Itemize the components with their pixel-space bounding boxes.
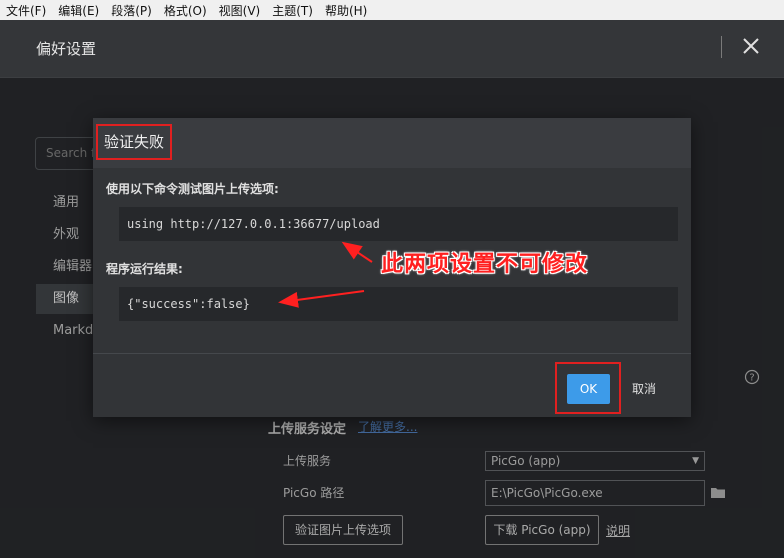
menu-file[interactable]: 文件(F) <box>6 2 46 19</box>
menu-theme[interactable]: 主题(T) <box>272 2 313 19</box>
result-label: 程序运行结果: <box>106 262 183 276</box>
dialog-title: 验证失败 <box>96 124 173 160</box>
preferences-header: 偏好设置 <box>0 20 784 78</box>
cancel-button[interactable]: 取消 <box>632 374 672 404</box>
result-output: {"success":false} <box>119 287 678 321</box>
command-output: using http://127.0.0.1:36677/upload <box>119 207 678 241</box>
menu-format[interactable]: 格式(O) <box>164 2 207 19</box>
menu-help[interactable]: 帮助(H) <box>325 2 367 19</box>
menu-view[interactable]: 视图(V) <box>219 2 261 19</box>
header-divider <box>721 36 722 58</box>
close-icon[interactable] <box>738 33 764 59</box>
ok-button[interactable]: OK <box>567 374 610 404</box>
menu-bar: 文件(F) 编辑(E) 段落(P) 格式(O) 视图(V) 主题(T) 帮助(H… <box>0 0 784 20</box>
annotation-label: 此两项设置不可修改 <box>381 252 589 277</box>
command-label: 使用以下命令测试图片上传选项: <box>106 182 279 196</box>
page-title: 偏好设置 <box>36 40 97 58</box>
menu-edit[interactable]: 编辑(E) <box>58 2 99 19</box>
dialog-header: 验证失败 <box>93 118 691 168</box>
menu-paragraph[interactable]: 段落(P) <box>111 2 152 19</box>
